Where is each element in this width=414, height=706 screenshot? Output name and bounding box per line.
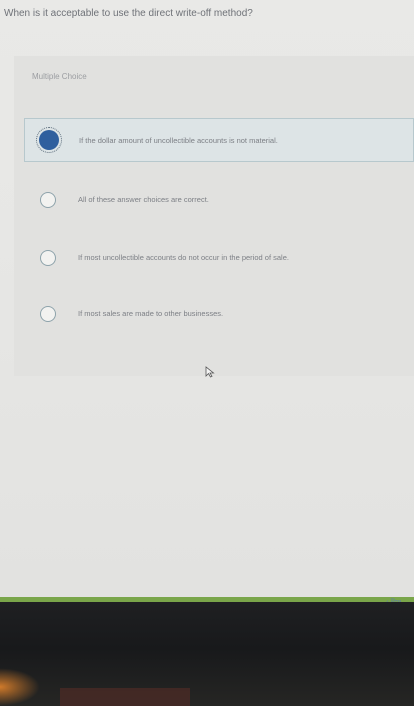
answer-option-text: If the dollar amount of uncollectible ac…: [79, 136, 278, 145]
answer-option-3[interactable]: If most uncollectible accounts do not oc…: [24, 236, 414, 280]
radio-button[interactable]: [40, 306, 56, 322]
mouse-cursor-icon: [205, 366, 215, 378]
radio-button-selected[interactable]: [36, 127, 62, 153]
question-text: When is it acceptable to use the direct …: [4, 8, 253, 19]
quiz-screen: When is it acceptable to use the direct …: [0, 0, 414, 600]
question-type-label: Multiple Choice: [32, 72, 87, 81]
answer-option-text: All of these answer choices are correct.: [78, 195, 209, 204]
answer-option-1[interactable]: If the dollar amount of uncollectible ac…: [24, 118, 414, 162]
answer-option-4[interactable]: If most sales are made to other business…: [24, 292, 414, 336]
answer-option-2[interactable]: All of these answer choices are correct.: [24, 178, 414, 222]
answer-option-text: If most sales are made to other business…: [78, 309, 224, 318]
radio-button[interactable]: [40, 192, 56, 208]
answer-option-text: If most uncollectible accounts do not oc…: [78, 253, 289, 262]
light-reflection: [0, 668, 40, 706]
bezel-reflection-strip: [60, 688, 190, 706]
radio-button[interactable]: [40, 250, 56, 266]
